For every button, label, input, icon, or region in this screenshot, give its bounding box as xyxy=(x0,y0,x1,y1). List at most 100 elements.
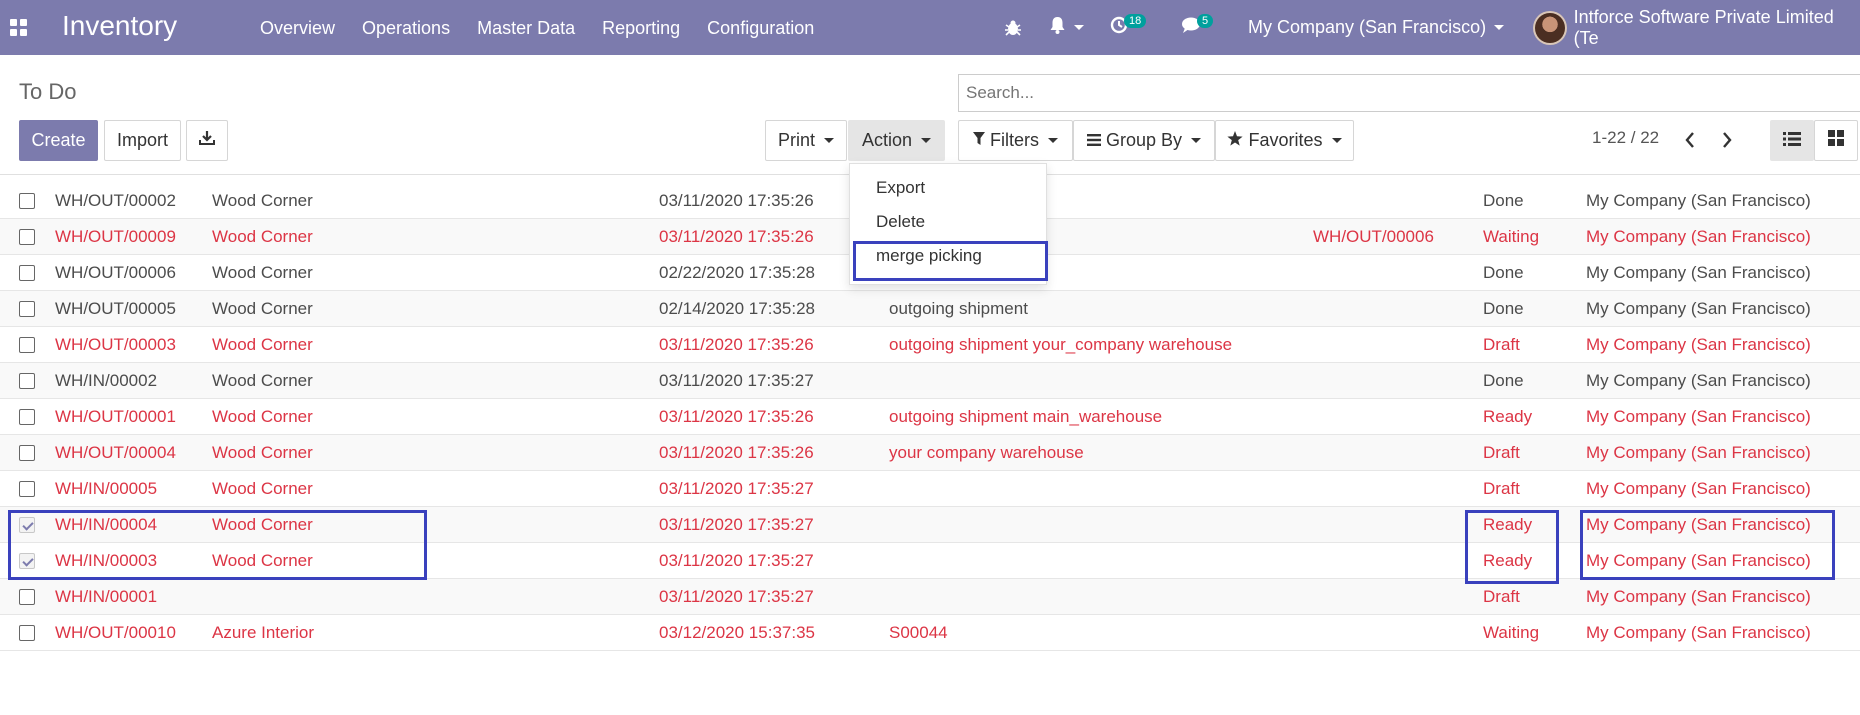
kanban-view-button[interactable] xyxy=(1814,120,1858,161)
pager-value[interactable]: 1-22 / 22 xyxy=(1592,128,1659,148)
row-checkbox[interactable] xyxy=(19,373,35,389)
notifications-button[interactable] xyxy=(1049,0,1084,55)
row-checkbox[interactable] xyxy=(19,517,35,533)
action-label: Action xyxy=(861,130,913,150)
reference-cell: WH/IN/00004 xyxy=(55,515,158,534)
table-row[interactable]: WH/IN/00005 Wood Corner 03/11/2020 17:35:2… xyxy=(0,471,1860,507)
row-checkbox[interactable] xyxy=(19,265,35,281)
menu-item-export[interactable]: Export xyxy=(876,178,925,198)
partner-cell: Wood Corner xyxy=(212,407,313,426)
row-checkbox[interactable] xyxy=(19,625,35,641)
partner-cell: Wood Corner xyxy=(212,191,313,210)
user-menu[interactable]: Intforce Software Private Limited (Te xyxy=(1533,0,1860,55)
list-view-button[interactable] xyxy=(1770,120,1814,161)
chevron-down-icon xyxy=(921,138,932,143)
row-checkbox[interactable] xyxy=(19,481,35,497)
status-cell: Done xyxy=(1483,191,1524,210)
table-row[interactable]: WH/IN/00003 Wood Corner 03/11/2020 17:35:2… xyxy=(0,543,1860,579)
chevron-down-icon xyxy=(1048,138,1058,143)
row-checkbox[interactable] xyxy=(19,301,35,317)
reference-cell: WH/OUT/00001 xyxy=(55,407,176,426)
activities-button[interactable]: 18 xyxy=(1110,0,1147,55)
table-row[interactable]: WH/OUT/00003 Wood Corner 03/11/2020 17:35:… xyxy=(0,327,1860,363)
status-cell: Done xyxy=(1483,299,1524,318)
partner-cell: Wood Corner xyxy=(212,299,313,318)
scheduled-date-cell: 02/22/2020 17:35:28 xyxy=(659,263,815,282)
activity-count-badge: 18 xyxy=(1124,13,1147,28)
row-checkbox[interactable] xyxy=(19,193,35,209)
status-cell: Draft xyxy=(1483,479,1520,498)
table-row[interactable]: WH/OUT/00010 Azure Interior 03/12/2020 15:… xyxy=(0,615,1860,651)
company-cell: My Company (San Francisco) xyxy=(1586,479,1811,498)
partner-cell: Wood Corner xyxy=(212,371,313,390)
menu-master-data[interactable]: Master Data xyxy=(477,18,575,39)
chevron-right-icon[interactable] xyxy=(1721,131,1733,154)
scheduled-date-cell: 03/11/2020 17:35:27 xyxy=(659,371,814,390)
source-document-cell: your company warehouse xyxy=(889,443,1084,462)
row-checkbox[interactable] xyxy=(19,409,35,425)
messages-button[interactable]: 5 xyxy=(1181,0,1214,55)
table-row[interactable]: WH/IN/00001 03/11/2020 17:35:27 Draft My Co… xyxy=(0,579,1860,615)
reference-cell: WH/OUT/00002 xyxy=(55,191,176,210)
favorites-label: Favorites xyxy=(1248,130,1323,150)
company-cell: My Company (San Francisco) xyxy=(1586,299,1811,318)
group-by-button[interactable]: Group By xyxy=(1073,120,1215,161)
bug-icon[interactable] xyxy=(1004,0,1022,55)
search-input[interactable] xyxy=(958,74,1860,112)
favorites-button[interactable]: Favorites xyxy=(1215,120,1354,161)
action-button[interactable]: Action xyxy=(848,120,945,161)
table-row[interactable]: WH/IN/00004 Wood Corner 03/11/2020 17:35:2… xyxy=(0,507,1860,543)
company-cell: My Company (San Francisco) xyxy=(1586,227,1811,246)
scheduled-date-cell: 03/11/2020 17:35:27 xyxy=(659,587,814,606)
status-cell: Waiting xyxy=(1483,227,1540,246)
chevron-left-icon[interactable] xyxy=(1684,131,1696,154)
scheduled-date-cell: 03/11/2020 17:35:27 xyxy=(659,551,814,570)
row-checkbox[interactable] xyxy=(19,229,35,245)
download-button[interactable] xyxy=(186,120,228,161)
source-document-cell: outgoing shipment xyxy=(889,299,1028,318)
menu-configuration[interactable]: Configuration xyxy=(707,18,814,39)
partner-cell: Wood Corner xyxy=(212,227,313,246)
backorder-cell: WH/OUT/00006 xyxy=(1313,227,1434,246)
filters-button[interactable]: Filters xyxy=(958,120,1073,161)
source-document-cell: outgoing shipment your_company warehouse xyxy=(889,335,1233,354)
status-cell: Draft xyxy=(1483,335,1520,354)
print-label: Print xyxy=(777,130,815,150)
table-row[interactable]: WH/OUT/00004 Wood Corner 03/11/2020 17:35:… xyxy=(0,435,1860,471)
table-row[interactable]: WH/OUT/00005 Wood Corner 02/14/2020 17:35:… xyxy=(0,291,1860,327)
reference-cell: WH/IN/00005 xyxy=(55,479,158,498)
status-cell: Ready xyxy=(1483,515,1533,534)
app-title[interactable]: Inventory xyxy=(62,10,177,42)
company-cell: My Company (San Francisco) xyxy=(1586,443,1811,462)
row-checkbox[interactable] xyxy=(19,337,35,353)
create-button[interactable]: Create xyxy=(19,120,98,161)
menu-item-delete[interactable]: Delete xyxy=(876,212,925,232)
menu-item-merge-picking[interactable]: merge picking xyxy=(876,246,982,266)
apps-grid-icon[interactable] xyxy=(10,19,27,36)
user-name: Intforce Software Private Limited (Te xyxy=(1573,6,1834,48)
menu-reporting[interactable]: Reporting xyxy=(602,18,680,39)
status-cell: Draft xyxy=(1483,443,1520,462)
reference-cell: WH/OUT/00010 xyxy=(55,623,176,642)
scheduled-date-cell: 03/12/2020 15:37:35 xyxy=(659,623,815,642)
company-cell: My Company (San Francisco) xyxy=(1586,335,1811,354)
partner-cell: Wood Corner xyxy=(212,515,313,534)
row-checkbox[interactable] xyxy=(19,589,35,605)
menu-operations[interactable]: Operations xyxy=(362,18,450,39)
status-cell: Ready xyxy=(1483,551,1533,570)
reference-cell: WH/OUT/00005 xyxy=(55,299,176,318)
print-button[interactable]: Print xyxy=(765,120,847,161)
table-row[interactable]: WH/OUT/00001 Wood Corner 03/11/2020 17:35:… xyxy=(0,399,1860,435)
company-cell: My Company (San Francisco) xyxy=(1586,407,1811,426)
import-button[interactable]: Import xyxy=(104,120,181,161)
scheduled-date-cell: 03/11/2020 17:35:27 xyxy=(659,515,814,534)
table-row[interactable]: WH/IN/00002 Wood Corner 03/11/2020 17:35:2… xyxy=(0,363,1860,399)
top-navbar: Inventory Overview Operations Master Dat… xyxy=(0,0,1860,55)
company-switcher[interactable]: My Company (San Francisco) xyxy=(1248,0,1505,55)
row-checkbox[interactable] xyxy=(19,445,35,461)
scheduled-date-cell: 03/11/2020 17:35:27 xyxy=(659,479,814,498)
menu-overview[interactable]: Overview xyxy=(260,18,335,39)
company-name: My Company (San Francisco) xyxy=(1248,17,1487,37)
action-dropdown-menu: Export Delete merge picking xyxy=(849,163,1047,285)
row-checkbox[interactable] xyxy=(19,553,35,569)
